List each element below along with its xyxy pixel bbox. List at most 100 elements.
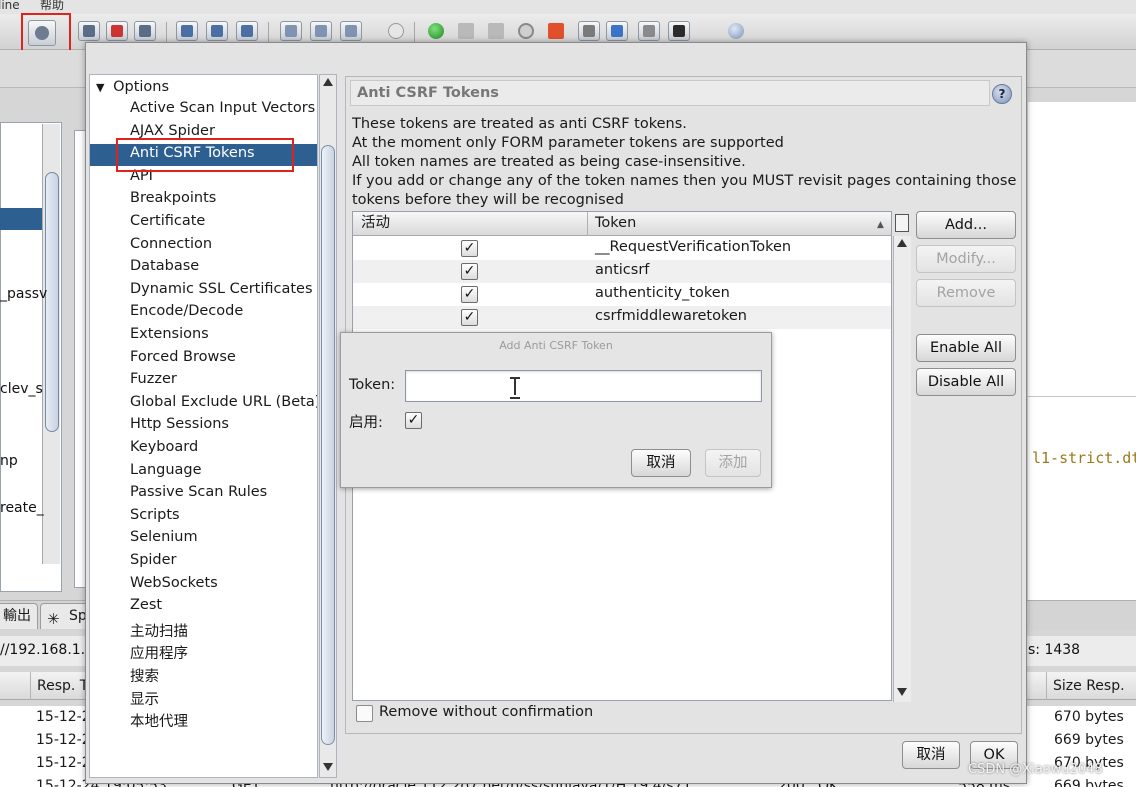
modify-token-button[interactable]: Modify...	[916, 245, 1016, 273]
tab-layout-button-2[interactable]	[310, 21, 332, 41]
tab-layout-icon	[315, 25, 327, 37]
tab-layout-icon	[345, 25, 357, 37]
tools-button[interactable]	[638, 21, 660, 41]
console-button[interactable]	[668, 21, 690, 41]
tree-item[interactable]: Zest	[130, 597, 162, 613]
menu-item-online[interactable]: line	[0, 0, 20, 11]
tree-item[interactable]: Selenium	[130, 529, 198, 545]
tree-item[interactable]: AJAX Spider	[130, 123, 215, 139]
tree-item[interactable]: Certificate	[130, 213, 205, 229]
tree-item[interactable]: Spider	[130, 552, 177, 568]
tab-layout-button[interactable]	[280, 21, 302, 41]
tree-item[interactable]: Extensions	[130, 326, 209, 342]
help-icon[interactable]	[728, 23, 744, 39]
add-dialog-cancel-button[interactable]: 取消	[631, 449, 691, 477]
scroll-thumb[interactable]	[321, 145, 335, 745]
lightbulb-icon[interactable]	[388, 23, 404, 39]
tree-item[interactable]: Global Exclude URL (Beta)	[130, 394, 317, 410]
break-on-all-icon[interactable]	[428, 23, 444, 39]
remove-without-confirmation-checkbox[interactable]	[356, 705, 373, 722]
clear-breakpoints-icon[interactable]	[548, 23, 564, 39]
options-tree-scrollbar[interactable]	[319, 74, 337, 778]
active-checkbox[interactable]: ✓	[461, 263, 478, 280]
tokens-table-scrollbar[interactable]	[893, 236, 911, 702]
tree-item[interactable]: 显示	[130, 688, 159, 709]
tree-item[interactable]: Fuzzer	[130, 371, 177, 387]
tree-item[interactable]: Connection	[130, 236, 212, 252]
bg-tree-label: np	[0, 453, 18, 469]
tree-item[interactable]: Http Sessions	[130, 416, 229, 432]
remove-token-button[interactable]: Remove	[916, 279, 1016, 307]
help-icon[interactable]: ?	[992, 84, 1012, 104]
menu-item-help[interactable]: 帮助	[40, 0, 64, 11]
active-checkbox[interactable]: ✓	[461, 240, 478, 257]
tree-item[interactable]: 主动扫描	[130, 620, 188, 641]
tree-item[interactable]: 搜索	[130, 665, 159, 686]
table-row[interactable]: ✓ csrfmiddlewaretoken	[353, 306, 891, 329]
snapshot-button[interactable]	[134, 21, 156, 41]
column-resp-time[interactable]: Resp. T	[30, 672, 90, 700]
watermark: CSDN @Xiaowu2048	[968, 762, 1103, 777]
sites-scrollbar[interactable]	[42, 124, 60, 564]
tree-root[interactable]: ▼ Options	[96, 79, 169, 95]
column-chooser-icon[interactable]	[895, 214, 909, 232]
tree-item[interactable]: Keyboard	[130, 439, 198, 455]
drop-icon[interactable]	[518, 23, 534, 39]
tree-item[interactable]: Language	[130, 462, 202, 478]
disable-all-button[interactable]: Disable All	[916, 368, 1016, 396]
tree-item[interactable]: Passive Scan Rules	[130, 484, 267, 500]
layout-vertical-button[interactable]	[236, 21, 258, 41]
scroll-down-icon[interactable]	[323, 763, 333, 771]
options-tree[interactable]: ▼ Options Active Scan Input Vectors AJAX …	[89, 74, 318, 778]
table-row[interactable]: ✓ __RequestVerificationToken	[353, 237, 891, 260]
add-token-button[interactable]: Add...	[916, 211, 1016, 239]
delete-session-button[interactable]	[106, 21, 128, 41]
tree-item[interactable]: Database	[130, 258, 199, 274]
scan-policy-button[interactable]	[578, 21, 600, 41]
column-active[interactable]: 活动	[361, 212, 390, 236]
tree-item[interactable]: Scripts	[130, 507, 180, 523]
scroll-up-icon[interactable]	[897, 239, 907, 247]
column-size-resp[interactable]: Size Resp. H	[1046, 672, 1136, 722]
tree-item[interactable]: Dynamic SSL Certificates	[130, 281, 313, 297]
layout-horizontal-button[interactable]	[206, 21, 228, 41]
add-dialog-add-button[interactable]: 添加	[705, 449, 761, 477]
tree-root-label: Options	[113, 79, 170, 95]
enabled-checkbox[interactable]: ✓	[405, 412, 422, 429]
session-button[interactable]	[78, 21, 100, 41]
continue-icon[interactable]	[488, 23, 504, 39]
gear-highlight-box	[21, 13, 71, 53]
step-icon[interactable]	[458, 23, 474, 39]
scroll-thumb[interactable]	[45, 172, 59, 432]
active-checkbox[interactable]: ✓	[461, 309, 478, 326]
layout-icon	[211, 25, 223, 37]
snapshot-icon	[139, 25, 151, 37]
table-row[interactable]: ✓ anticsrf	[353, 260, 891, 283]
scroll-down-icon[interactable]	[897, 688, 907, 696]
tab-output[interactable]: 輸出	[0, 603, 38, 629]
token-name: authenticity_token	[595, 285, 730, 301]
layout-full-button[interactable]	[176, 21, 198, 41]
tree-item[interactable]: Encode/Decode	[130, 303, 243, 319]
column-token[interactable]: Token	[595, 212, 636, 236]
tree-item[interactable]: Active Scan Input Vectors	[130, 100, 315, 116]
scroll-up-icon[interactable]	[323, 78, 333, 86]
tree-item[interactable]: WebSockets	[130, 575, 218, 591]
token-input[interactable]	[405, 370, 762, 402]
tree-item[interactable]: Forced Browse	[130, 349, 236, 365]
remove-without-confirmation-label: Remove without confirmation	[379, 704, 594, 720]
active-checkbox[interactable]: ✓	[461, 286, 478, 303]
description-line: At the moment only FORM parameter tokens…	[352, 135, 784, 151]
column-divider	[587, 212, 588, 236]
tree-item[interactable]: 应用程序	[130, 642, 188, 663]
table-row[interactable]: ✓ authenticity_token	[353, 283, 891, 306]
expand-triangle-icon[interactable]: ▼	[96, 81, 104, 94]
tab-layout-button-3[interactable]	[340, 21, 362, 41]
tree-item[interactable]: Breakpoints	[130, 190, 216, 206]
addons-button[interactable]	[606, 21, 628, 41]
sites-tree-selected-row[interactable]	[0, 208, 42, 230]
tokens-table-header: 活动 Token ▲	[353, 212, 909, 236]
cancel-button[interactable]: 取消	[902, 741, 960, 769]
tree-item[interactable]: 本地代理	[130, 710, 188, 731]
enable-all-button[interactable]: Enable All	[916, 334, 1016, 362]
